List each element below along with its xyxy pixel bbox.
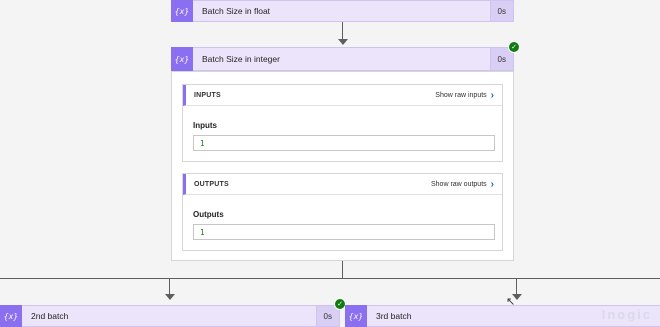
step-title: Batch Size in float <box>202 6 271 16</box>
connector-arrow <box>338 39 348 45</box>
connector-line <box>342 22 343 40</box>
variable-expression-icon: {x} <box>171 0 193 22</box>
outputs-header: OUTPUTS Show raw outputs › <box>183 174 502 195</box>
step-duration: 0s <box>489 1 513 21</box>
show-raw-outputs-link[interactable]: Show raw outputs <box>431 181 487 188</box>
connector-line <box>169 279 170 294</box>
outputs-heading: OUTPUTS <box>194 180 229 188</box>
step-batch-size-float[interactable]: {x} Batch Size in float 0s <box>171 0 514 22</box>
success-check-icon: ✓ <box>508 41 520 53</box>
step-batch-size-integer[interactable]: {x} Batch Size in integer 0s <box>171 47 514 71</box>
inputs-heading: INPUTS <box>194 91 221 99</box>
mouse-cursor-icon: ↖ <box>506 296 516 308</box>
connector-arrow <box>165 294 175 300</box>
outputs-label: Outputs <box>193 210 224 219</box>
watermark-logo: Inogic <box>601 307 652 322</box>
step-details-panel: INPUTS Show raw inputs › Inputs 1 OUTPUT… <box>171 71 514 261</box>
chevron-right-icon[interactable]: › <box>491 90 494 101</box>
outputs-section: OUTPUTS Show raw outputs › Outputs 1 <box>182 173 503 251</box>
chevron-right-icon[interactable]: › <box>491 179 494 190</box>
outputs-value-field: 1 <box>193 224 495 240</box>
variable-expression-icon: {x} <box>345 305 367 327</box>
inputs-header: INPUTS Show raw inputs › <box>183 85 502 106</box>
step-title: 2nd batch <box>31 311 69 321</box>
inputs-value-field: 1 <box>193 135 495 151</box>
inputs-section: INPUTS Show raw inputs › Inputs 1 <box>182 84 503 162</box>
variable-expression-icon: {x} <box>0 305 22 327</box>
step-title: Batch Size in integer <box>202 54 280 64</box>
inputs-label: Inputs <box>193 121 217 130</box>
variable-expression-icon: {x} <box>171 47 193 71</box>
show-raw-inputs-link[interactable]: Show raw inputs <box>435 92 486 99</box>
branch-line <box>0 278 660 279</box>
step-2nd-batch[interactable]: {x} 2nd batch 0s <box>0 305 340 327</box>
connector-line <box>342 261 343 279</box>
connector-line <box>516 279 517 294</box>
step-duration: 0s <box>315 306 339 326</box>
